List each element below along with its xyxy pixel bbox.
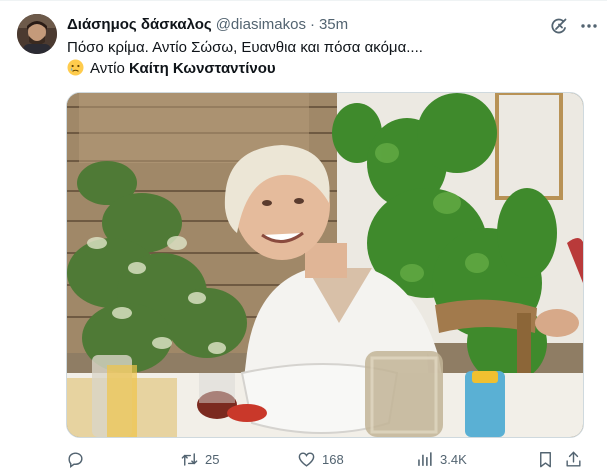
reply-button[interactable] xyxy=(66,448,91,470)
display-name[interactable]: Διάσημος δάσκαλος xyxy=(67,16,212,33)
views-button[interactable]: 3.4K xyxy=(415,448,467,470)
crying-face-icon xyxy=(67,59,84,76)
views-count: 3.4K xyxy=(440,451,467,467)
retweet-count: 25 xyxy=(205,451,220,467)
timestamp[interactable]: 35m xyxy=(319,16,348,33)
reply-icon xyxy=(68,451,83,468)
tweet-text-line2: Αντίο Καίτη Κωνσταντίνου xyxy=(67,59,276,79)
person-name: Καίτη Κωνσταντίνου xyxy=(129,60,276,77)
bookmark-button[interactable] xyxy=(536,448,555,470)
handle[interactable]: @diasimakos xyxy=(216,16,306,33)
views-icon xyxy=(418,451,432,466)
avatar[interactable] xyxy=(17,14,57,54)
like-count: 168 xyxy=(322,451,344,467)
action-bar: 25 168 3.4K xyxy=(66,448,586,472)
retweet-icon xyxy=(181,452,198,466)
farewell-word: Αντίο xyxy=(90,60,125,77)
tweet-text-line1: Πόσο κρίμα. Αντίο Σώσω, Ευανθια και πόσα… xyxy=(67,39,423,56)
more-icon[interactable] xyxy=(579,16,599,36)
tweet-photo[interactable] xyxy=(66,92,584,438)
grok-icon[interactable] xyxy=(549,16,569,36)
separator-dot: · xyxy=(309,16,315,33)
bookmark-icon xyxy=(540,451,551,467)
share-button[interactable] xyxy=(564,448,583,470)
heart-icon xyxy=(298,451,315,467)
divider xyxy=(0,0,607,1)
share-icon xyxy=(566,451,581,467)
tweet-header: Διάσημος δάσκαλος @diasimakos · 35m xyxy=(67,16,587,36)
retweet-button[interactable]: 25 xyxy=(180,448,219,470)
tweet[interactable]: Διάσημος δάσκαλος @diasimakos · 35m Πόσο κρ… xyxy=(0,0,607,473)
like-button[interactable]: 168 xyxy=(297,448,344,470)
